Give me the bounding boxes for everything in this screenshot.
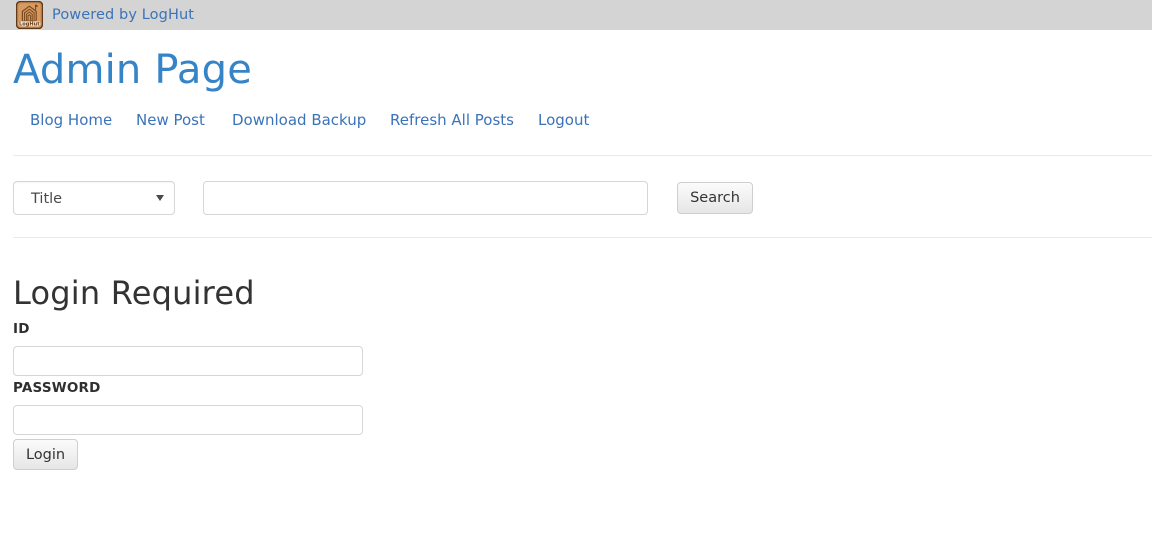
id-field-label: ID	[13, 321, 30, 337]
nav-item-download-backup[interactable]: Download Backup	[232, 110, 366, 130]
loghut-logo-icon: LogHut	[16, 1, 43, 29]
password-field-label: PASSWORD	[13, 380, 101, 396]
login-submit-button[interactable]: Login	[13, 439, 78, 470]
search-button[interactable]: Search	[677, 182, 753, 214]
search-field-select-value: Title	[31, 191, 63, 207]
divider-below-search	[13, 237, 1152, 238]
nav-item-logout[interactable]: Logout	[538, 110, 589, 130]
password-field[interactable]	[13, 405, 363, 435]
svg-text:LogHut: LogHut	[19, 22, 40, 28]
login-required-heading: Login Required	[13, 274, 255, 312]
nav-item-blog-home[interactable]: Blog Home	[30, 110, 112, 130]
search-field-select[interactable]: Title	[13, 181, 175, 215]
search-input[interactable]	[203, 181, 648, 215]
main-nav: Blog Home New Post Download Backup Refre…	[13, 110, 1013, 132]
powered-by-link[interactable]: Powered by LogHut	[52, 7, 194, 23]
page-title: Admin Page	[13, 47, 253, 93]
search-bar: Title Search	[0, 181, 1160, 217]
divider-above-search	[13, 155, 1152, 156]
id-field[interactable]	[13, 346, 363, 376]
powered-by-bar: LogHut Powered by LogHut	[0, 0, 1152, 30]
chevron-down-icon	[156, 195, 164, 201]
nav-item-new-post[interactable]: New Post	[136, 110, 205, 130]
nav-item-refresh-all-posts[interactable]: Refresh All Posts	[390, 110, 514, 130]
